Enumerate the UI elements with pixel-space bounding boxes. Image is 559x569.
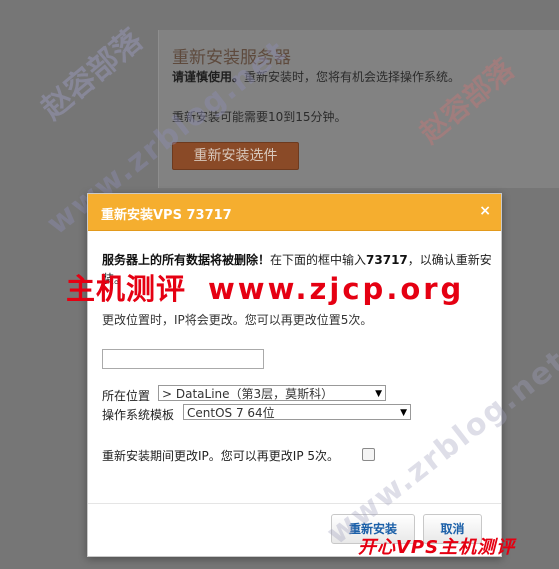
dialog-title: 重新安装VPS 73717 (101, 208, 232, 223)
dropdown-arrow-icon: ▼ (375, 389, 382, 399)
reinstall-options-button[interactable]: 重新安装选件 (172, 142, 299, 170)
location-select[interactable]: > DataLine（第3层，莫斯科） ▼ (158, 385, 386, 401)
reinstall-dialog: 重新安装VPS 73717 × 服务器上的所有数据将被删除！在下面的框中输入73… (87, 193, 502, 557)
confirm-id-input[interactable] (102, 349, 264, 369)
dialog-header: 重新安装VPS 73717 × (88, 194, 501, 231)
os-template-select[interactable]: CentOS 7 64位 ▼ (183, 404, 411, 420)
close-icon[interactable]: × (479, 203, 491, 219)
location-label: 所在位置 (102, 389, 151, 403)
location-change-note: 更改位置时，IP将会更改。您可以再更改位置5次。 (102, 313, 373, 327)
promo-overlay: 主机测评 www.zjcp.org (66, 272, 465, 306)
dialog-footer-divider (88, 503, 501, 504)
os-template-label: 操作系统模板 (102, 408, 175, 422)
ip-change-checkbox[interactable] (362, 448, 375, 461)
ip-change-label: 重新安装期间更改IP。您可以再更改IP 5次。 (102, 449, 340, 463)
signature-overlay: 开心VPS主机测评 (358, 537, 516, 558)
panel-title: 重新安装服务器 (172, 48, 291, 68)
dropdown-arrow-icon: ▼ (400, 408, 407, 418)
duration-text: 重新安装可能需要10到15分钟。 (172, 110, 347, 124)
caution-text: 请谨慎使用。重新安装时，您将有机会选择操作系统。 (172, 70, 461, 84)
